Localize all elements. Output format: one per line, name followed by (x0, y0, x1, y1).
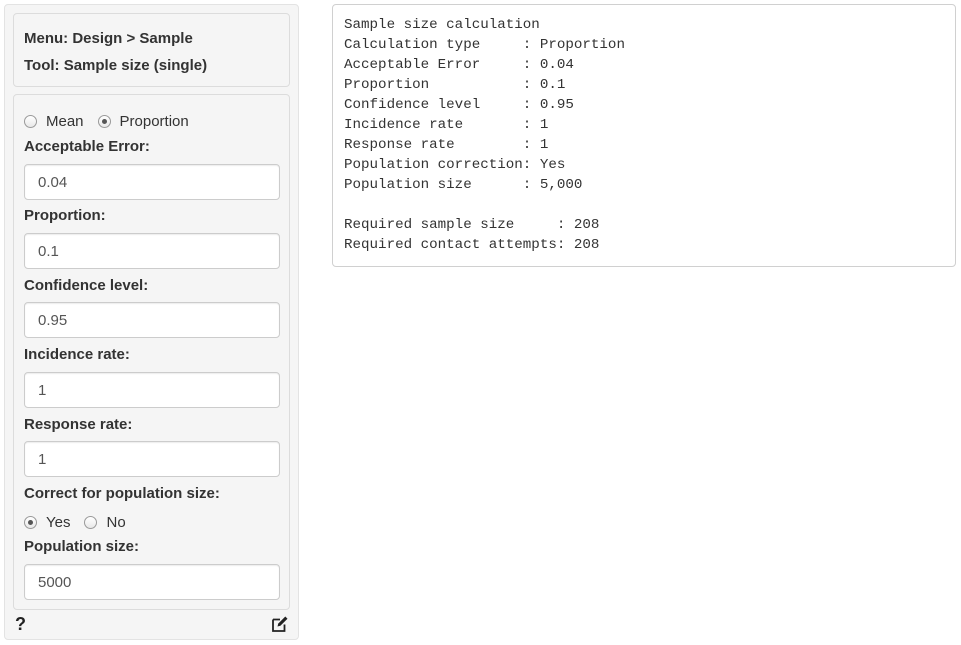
summary-output: Sample size calculation Calculation type… (332, 4, 956, 267)
response-rate-input[interactable] (24, 441, 280, 477)
sidebar-panel: Menu: Design > Sample Tool: Sample size … (4, 4, 299, 640)
edit-icon[interactable] (271, 615, 289, 633)
radio-option-no[interactable]: No (84, 513, 126, 531)
radio-option-proportion[interactable]: Proportion (97, 112, 189, 130)
population-correction-radio-group: Yes No (24, 512, 140, 532)
radio-mean-circle[interactable] (24, 114, 37, 128)
population-correction-label: Correct for population size: (24, 485, 220, 502)
population-size-label: Population size: (24, 538, 140, 555)
radio-proportion-label: Proportion (119, 112, 189, 130)
radio-no-circle[interactable] (84, 515, 98, 529)
proportion-label: Proportion: (24, 207, 106, 224)
confidence-level-input[interactable] (24, 302, 280, 338)
radio-proportion-circle[interactable] (97, 114, 111, 128)
acceptable-error-input[interactable] (24, 164, 280, 200)
proportion-input[interactable] (24, 233, 280, 269)
radio-option-mean[interactable]: Mean (24, 113, 84, 130)
calc-type-radio-group: Mean Proportion (24, 111, 203, 131)
tool-name: Tool: Sample size (single) (24, 57, 208, 74)
radio-yes-circle[interactable] (24, 515, 37, 529)
help-icon[interactable]: ? (15, 614, 26, 635)
radio-mean-label: Mean (46, 112, 84, 130)
radio-yes-label: Yes (46, 513, 71, 531)
radio-option-yes[interactable]: Yes (24, 514, 70, 531)
response-rate-label: Response rate: (24, 416, 133, 433)
acceptable-error-label: Acceptable Error: (24, 138, 150, 155)
input-form: Mean Proportion Acceptable Error: Propor… (13, 94, 290, 610)
confidence-level-label: Confidence level: (24, 277, 149, 294)
incidence-rate-input[interactable] (24, 372, 280, 408)
incidence-rate-label: Incidence rate: (24, 346, 130, 363)
menu-info-box: Menu: Design > Sample Tool: Sample size … (13, 13, 290, 87)
population-size-input[interactable] (24, 564, 280, 600)
menu-path: Menu: Design > Sample (24, 30, 193, 47)
radio-no-label: No (106, 513, 126, 531)
